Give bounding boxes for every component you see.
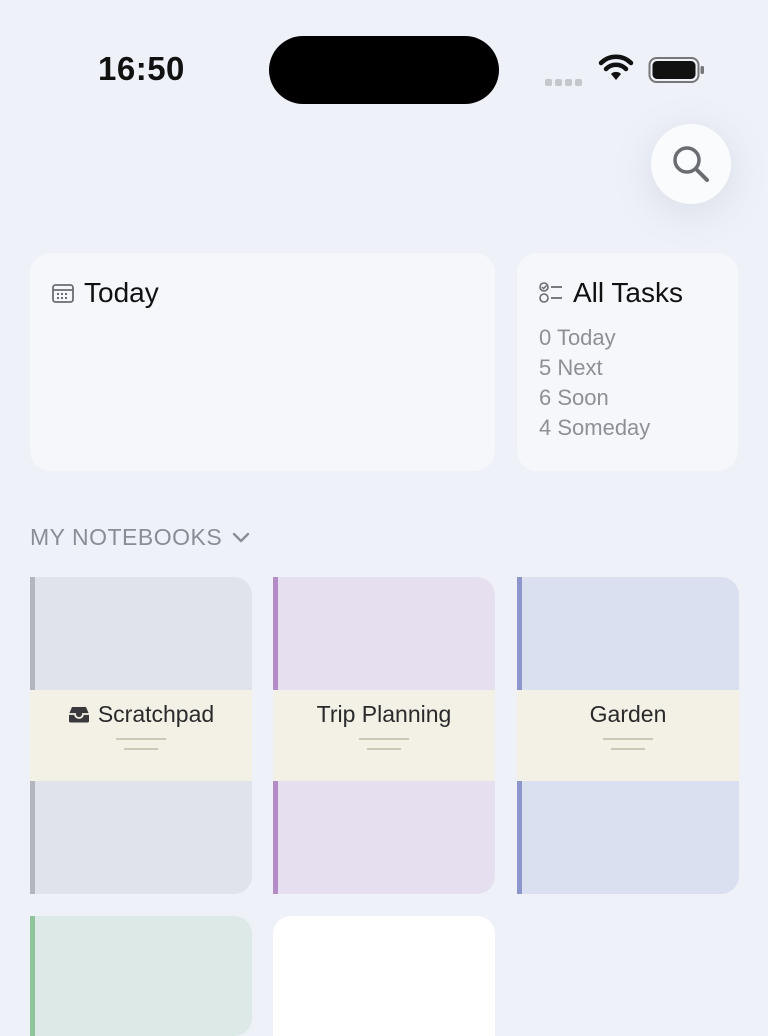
today-card[interactable]: Today bbox=[30, 253, 495, 471]
label-lines bbox=[116, 738, 166, 758]
notebook-name: Scratchpad bbox=[97, 701, 215, 727]
search-button[interactable] bbox=[651, 124, 731, 204]
chevron-down-icon bbox=[232, 532, 250, 542]
label-lines bbox=[603, 738, 653, 758]
status-bar: 16:50 bbox=[0, 0, 768, 130]
task-count-soon: 6 Soon bbox=[539, 385, 609, 410]
label-lines bbox=[359, 738, 409, 758]
notebook-label: Garden bbox=[517, 690, 739, 781]
all-tasks-title-label: All Tasks bbox=[573, 277, 683, 308]
wifi-icon bbox=[598, 54, 634, 87]
checklist-icon bbox=[539, 282, 562, 303]
cellular-signal-icon bbox=[545, 73, 587, 86]
task-count-someday: 4 Someday bbox=[539, 415, 651, 440]
all-tasks-card[interactable]: All Tasks 0 Today 5 Next 6 Soon 4 Someda… bbox=[517, 253, 738, 471]
notebook-label: Trip Planning bbox=[273, 690, 495, 781]
calendar-icon bbox=[52, 284, 74, 303]
notebook-name: Trip Planning bbox=[316, 701, 452, 727]
notebook-green[interactable] bbox=[30, 916, 252, 1036]
notebook-white[interactable] bbox=[273, 916, 495, 1036]
all-tasks-title: All Tasks bbox=[539, 277, 683, 309]
status-time: 16:50 bbox=[98, 50, 185, 87]
my-notebooks-header[interactable]: MY NOTEBOOKS bbox=[30, 524, 250, 551]
notebook-garden[interactable]: Garden bbox=[517, 577, 739, 894]
battery-icon bbox=[648, 56, 706, 89]
search-icon bbox=[673, 146, 709, 182]
inbox-tray-icon bbox=[68, 707, 89, 723]
today-card-title: Today bbox=[52, 277, 159, 309]
task-count-list: 0 Today 5 Next 6 Soon 4 Someday bbox=[539, 323, 650, 443]
section-header-label: MY NOTEBOOKS bbox=[30, 524, 223, 550]
notebook-label: Scratchpad bbox=[30, 690, 252, 781]
notebook-spine bbox=[30, 916, 35, 1036]
dynamic-island bbox=[269, 36, 499, 104]
notebook-trip-planning[interactable]: Trip Planning bbox=[273, 577, 495, 894]
notebook-name: Garden bbox=[589, 701, 667, 727]
task-count-next: 5 Next bbox=[539, 355, 603, 380]
notebook-scratchpad[interactable]: Scratchpad bbox=[30, 577, 252, 894]
task-count-today: 0 Today bbox=[539, 325, 616, 350]
today-title-label: Today bbox=[84, 277, 159, 308]
